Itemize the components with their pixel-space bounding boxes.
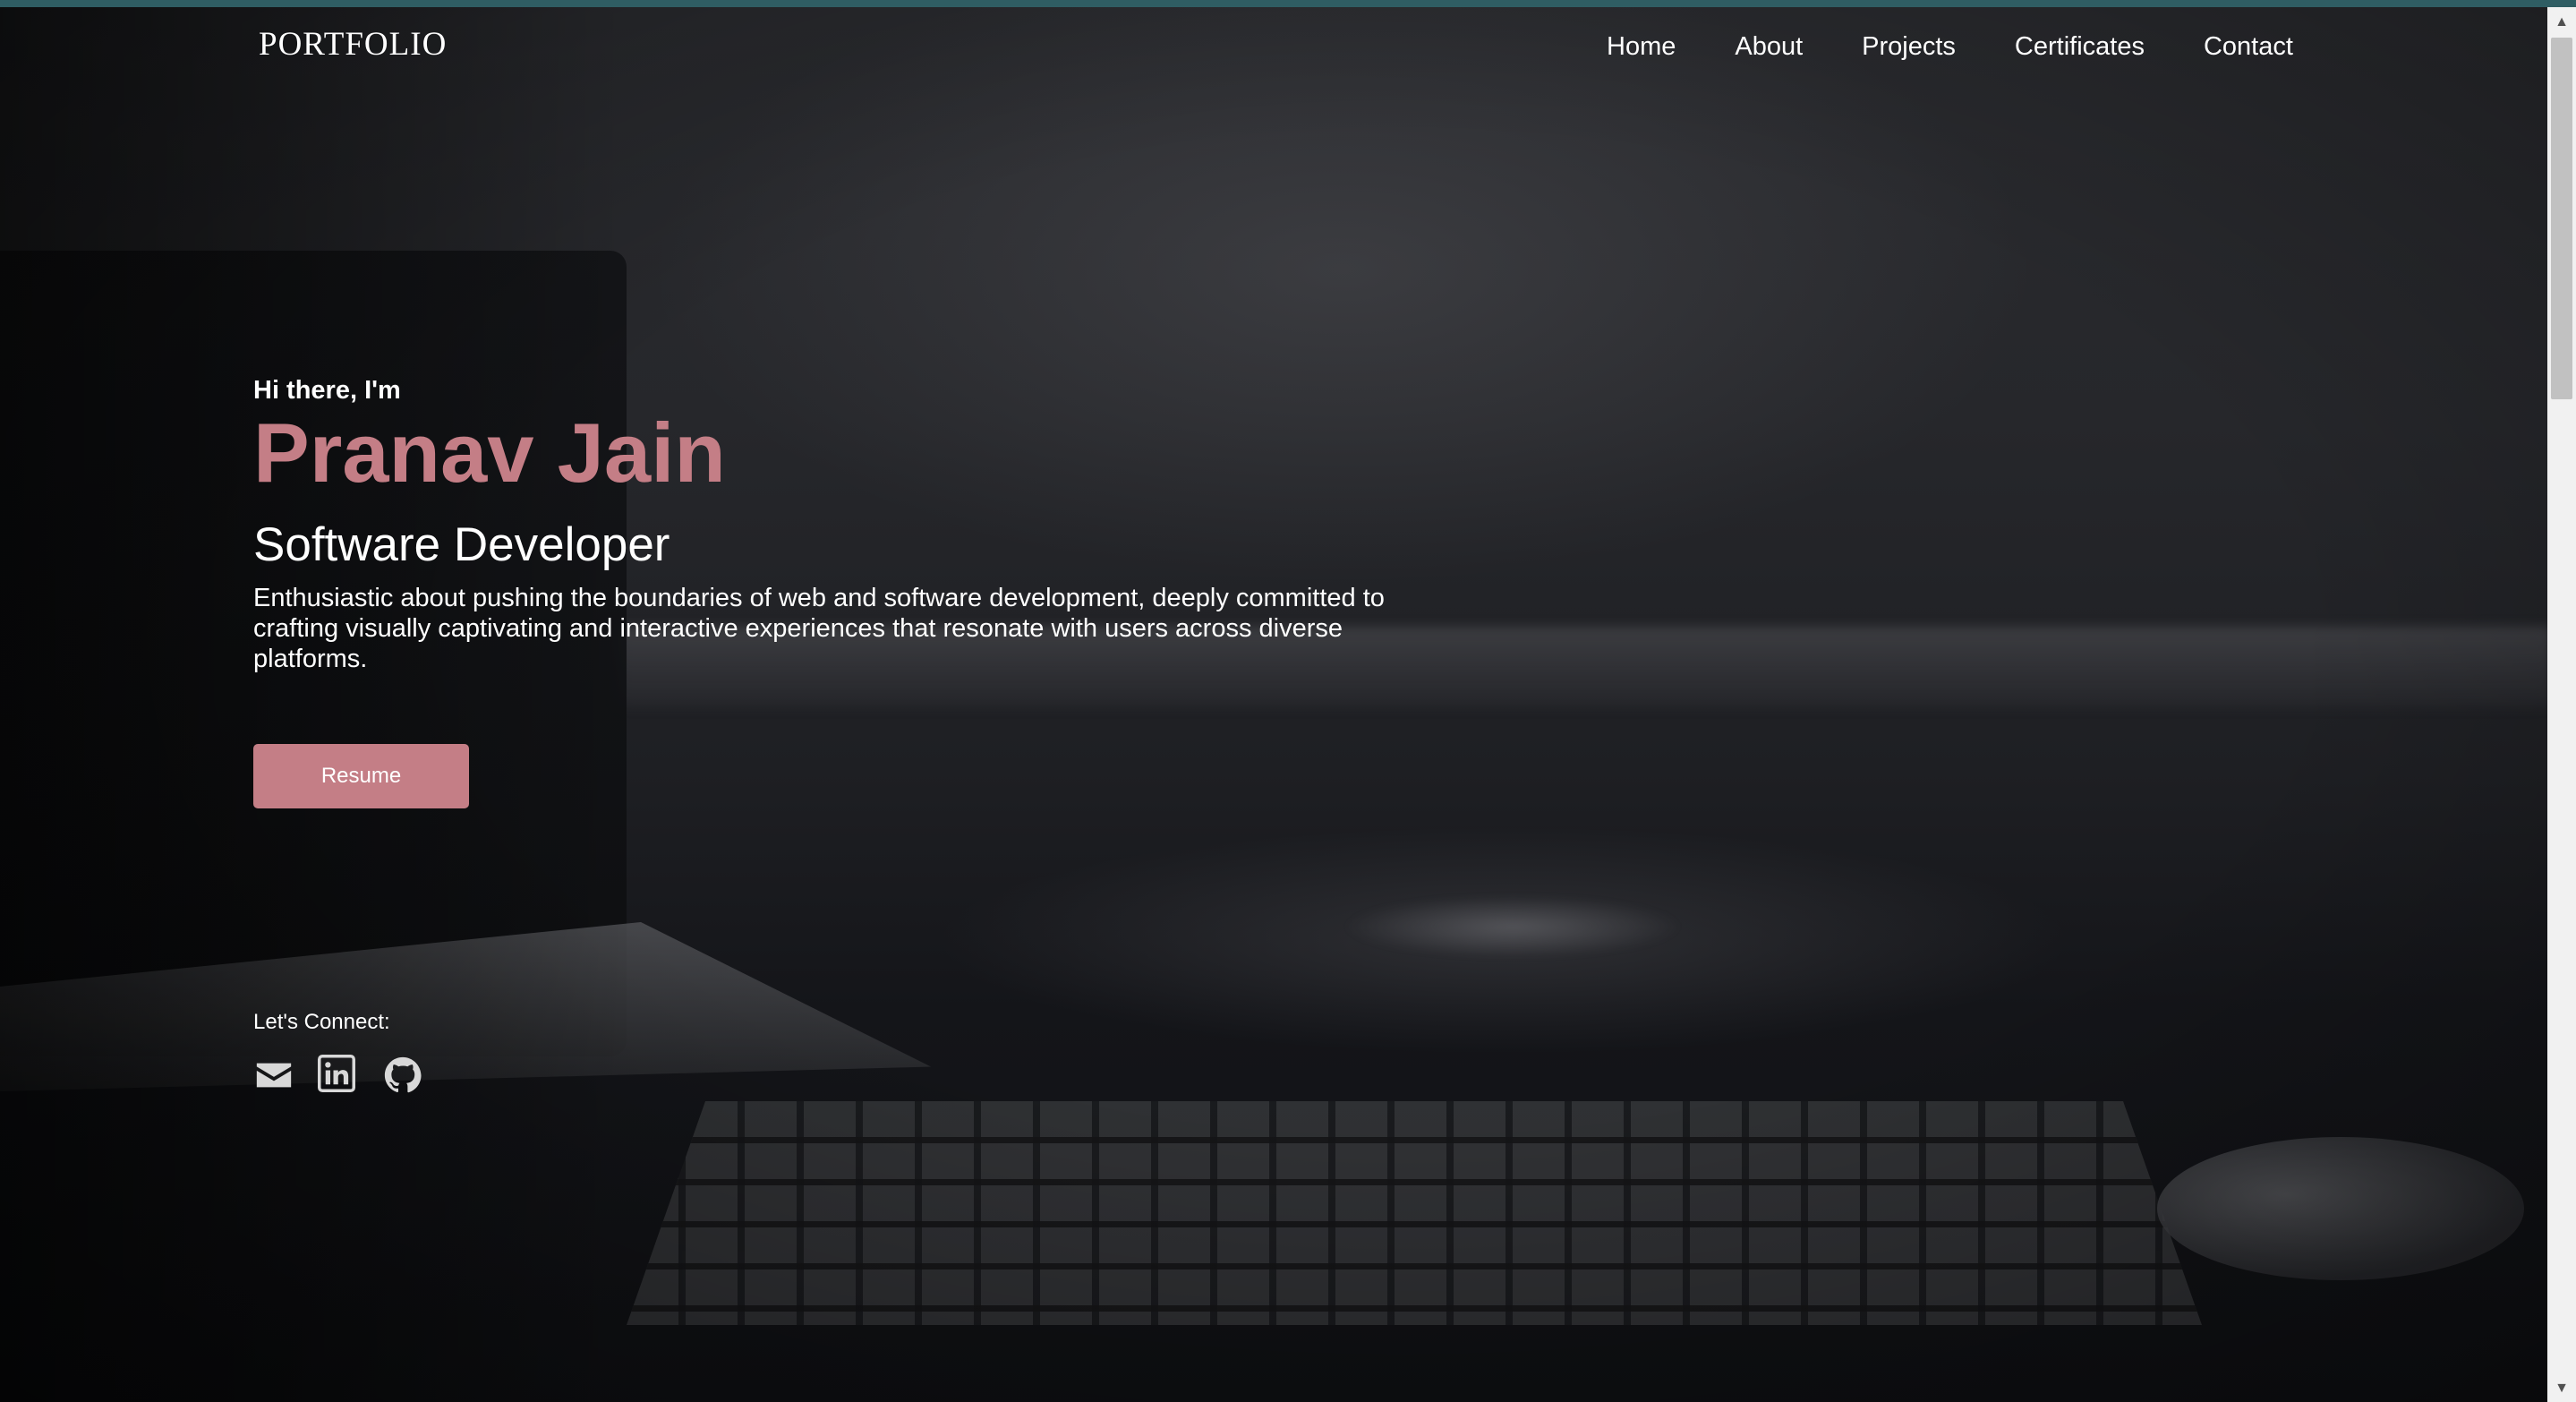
- linkedin-icon[interactable]: [318, 1055, 359, 1096]
- nav-projects[interactable]: Projects: [1862, 32, 1956, 62]
- navbar: PORTFOLIO Home About Projects Certificat…: [0, 7, 2547, 88]
- hero-greeting: Hi there, I'm: [253, 376, 401, 405]
- email-icon[interactable]: [253, 1055, 294, 1096]
- hero-description: Enthusiastic about pushing the boundarie…: [253, 583, 1385, 673]
- resume-button[interactable]: Resume: [253, 743, 469, 808]
- top-accent-bar: [0, 0, 2576, 7]
- nav-contact[interactable]: Contact: [2204, 32, 2293, 62]
- nav-home[interactable]: Home: [1607, 32, 1676, 62]
- nav-about[interactable]: About: [1735, 32, 1803, 62]
- scroll-up-arrow-icon[interactable]: ▲: [2547, 9, 2576, 36]
- nav-certificates[interactable]: Certificates: [2015, 32, 2145, 62]
- social-links: [253, 1055, 423, 1096]
- connect-label: Let's Connect:: [253, 1010, 390, 1034]
- main-nav: Home About Projects Certificates Contact: [1607, 32, 2293, 62]
- scroll-down-arrow-icon[interactable]: ▼: [2547, 1375, 2576, 1402]
- hero-name: Pranav Jain: [253, 406, 726, 500]
- hero-content: Hi there, I'm Pranav Jain Software Devel…: [253, 376, 1506, 808]
- github-icon[interactable]: [382, 1055, 423, 1096]
- hero-role: Software Developer: [253, 517, 670, 571]
- site-logo[interactable]: PORTFOLIO: [259, 25, 447, 64]
- connect-section: Let's Connect:: [253, 1010, 423, 1096]
- page-scrollbar[interactable]: ▲ ▼: [2547, 0, 2576, 1402]
- scroll-thumb[interactable]: [2551, 38, 2572, 399]
